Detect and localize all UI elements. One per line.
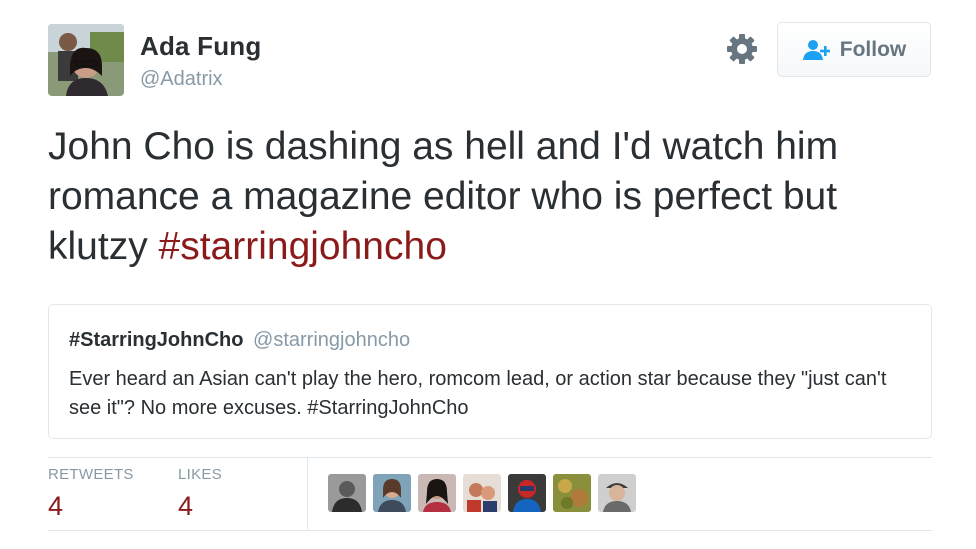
gear-icon[interactable]	[726, 33, 758, 65]
author-avatar[interactable]	[48, 24, 124, 96]
profile-photo	[48, 24, 124, 96]
author-display-name[interactable]: Ada Fung	[140, 31, 261, 62]
stats-vertical-divider	[307, 458, 308, 530]
quoted-tweet-text: Ever heard an Asian can't play the hero,…	[69, 368, 887, 419]
likes-label: LIKES	[178, 466, 223, 483]
retweets-label: RETWEETS	[48, 466, 134, 483]
retweets-count: 4	[48, 491, 64, 521]
quoted-tweet-handle: @starringjohncho	[253, 329, 411, 351]
likers-avatar-list	[328, 474, 636, 512]
likes-count: 4	[178, 491, 194, 521]
liker-avatar-3[interactable]	[418, 474, 456, 512]
likes-stat[interactable]: LIKES 4	[178, 466, 222, 522]
author-handle[interactable]: @Adatrix	[140, 68, 223, 91]
tweet-hashtag-link[interactable]: #starringjohncho	[159, 225, 447, 268]
tweet-text: John Cho is dashing as hell and I'd watc…	[48, 122, 928, 272]
liker-avatar-4[interactable]	[463, 474, 501, 512]
stats-top-divider	[48, 457, 932, 458]
liker-avatar-2[interactable]	[373, 474, 411, 512]
stats-bottom-divider	[48, 530, 932, 531]
liker-avatar-1[interactable]	[328, 474, 366, 512]
retweets-stat[interactable]: RETWEETS 4	[48, 466, 134, 522]
quoted-tweet-name: #StarringJohnCho	[69, 329, 244, 351]
liker-avatar-5[interactable]	[508, 474, 546, 512]
follow-button[interactable]: Follow	[777, 22, 931, 77]
add-user-icon	[802, 39, 830, 60]
quoted-tweet-header: #StarringJohnCho @starringjohncho	[69, 329, 410, 352]
follow-button-label: Follow	[839, 37, 907, 61]
quoted-tweet-card[interactable]: #StarringJohnCho @starringjohncho Ever h…	[48, 304, 932, 439]
liker-avatar-6[interactable]	[553, 474, 591, 512]
liker-avatar-7[interactable]	[598, 474, 636, 512]
